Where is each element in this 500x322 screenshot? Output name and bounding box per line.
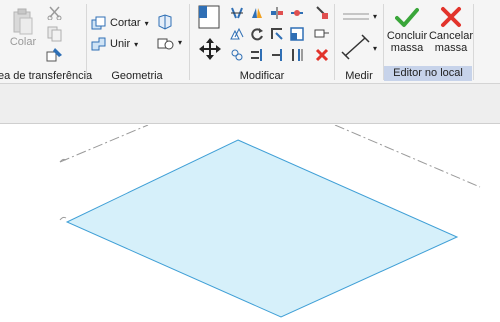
options-bar bbox=[0, 84, 500, 124]
dimension-icon[interactable] bbox=[341, 34, 371, 60]
delete-icon[interactable] bbox=[315, 48, 329, 62]
cancel-mass-label-line1: Cancelar bbox=[428, 30, 474, 42]
measure-panel: ▾ ▾ Medir bbox=[335, 0, 383, 84]
join-geometry-label: Unir bbox=[110, 38, 131, 50]
join-geometry-button[interactable]: Unir ▾ bbox=[91, 36, 138, 52]
trim-extend-icon[interactable] bbox=[270, 48, 284, 62]
scale-icon[interactable] bbox=[290, 27, 304, 41]
move-icon[interactable] bbox=[198, 37, 222, 61]
align-icon[interactable] bbox=[230, 6, 244, 20]
rotate-icon[interactable] bbox=[250, 27, 264, 41]
measure-panel-title: Medir bbox=[345, 70, 373, 82]
unpin-icon[interactable] bbox=[314, 5, 330, 21]
paste-label: Colar bbox=[9, 36, 37, 48]
finish-mass-button[interactable]: Concluir massa bbox=[386, 6, 428, 54]
trim-icon[interactable] bbox=[270, 27, 284, 41]
drawing-canvas[interactable] bbox=[0, 124, 500, 322]
clipboard-panel: Colar ea de transferência bbox=[0, 0, 93, 84]
cancel-mass-label-line2: massa bbox=[434, 42, 468, 54]
modify-panel-title: Modificar bbox=[239, 70, 285, 82]
pin-icon[interactable] bbox=[314, 27, 330, 41]
in-place-editor-panel-title: Editor no local bbox=[384, 66, 472, 81]
finish-mass-label-line1: Concluir bbox=[386, 30, 428, 42]
match-properties-icon[interactable] bbox=[46, 46, 64, 62]
clipboard-panel-title: ea de transferência bbox=[0, 70, 93, 82]
cut-geometry-label: Cortar bbox=[110, 17, 141, 29]
chevron-down-icon[interactable]: ▾ bbox=[373, 44, 377, 53]
geometry-panel: Cortar ▾ Unir ▾ ▾ Geometria bbox=[87, 0, 187, 84]
geometry-panel-title: Geometria bbox=[111, 70, 163, 82]
join-geometry-icon bbox=[91, 37, 106, 51]
panel-separator bbox=[473, 4, 474, 80]
split-face-icon[interactable] bbox=[157, 36, 175, 52]
mass-view bbox=[59, 124, 481, 318]
measure-icon[interactable] bbox=[341, 10, 371, 22]
cut-scissors-icon[interactable] bbox=[47, 6, 63, 20]
reference-line-end bbox=[59, 216, 67, 221]
wall-joins-icon[interactable] bbox=[157, 14, 173, 30]
cancel-x-icon bbox=[441, 7, 461, 27]
modify-panel: Modificar bbox=[190, 0, 334, 84]
offset-icon[interactable] bbox=[290, 6, 304, 20]
array-icon[interactable] bbox=[230, 27, 244, 41]
cut-geometry-icon bbox=[91, 16, 106, 30]
cut-geometry-button[interactable]: Cortar ▾ bbox=[91, 15, 149, 31]
chevron-down-icon[interactable]: ▾ bbox=[134, 40, 138, 49]
copy-icon[interactable] bbox=[47, 26, 63, 42]
chevron-down-icon[interactable]: ▾ bbox=[373, 12, 377, 21]
split-element-icon[interactable] bbox=[270, 6, 284, 20]
chevron-down-icon[interactable]: ▾ bbox=[145, 19, 149, 28]
reference-line bbox=[334, 124, 481, 188]
cancel-mass-button[interactable]: Cancelar massa bbox=[428, 6, 474, 54]
mass-surface[interactable] bbox=[65, 139, 459, 318]
in-place-editor-panel: Concluir massa Cancelar massa Editor no … bbox=[384, 0, 474, 84]
mirror-icon[interactable] bbox=[250, 6, 264, 20]
paste-button[interactable]: Colar bbox=[8, 4, 38, 52]
ribbon: Colar ea de transferência Cortar ▾ Unir … bbox=[0, 0, 500, 84]
split-gap-icon[interactable] bbox=[290, 48, 304, 62]
copy-element-icon[interactable] bbox=[230, 48, 244, 62]
finish-mass-label-line2: massa bbox=[390, 42, 424, 54]
reference-line bbox=[59, 124, 149, 163]
chevron-down-icon[interactable]: ▾ bbox=[178, 38, 182, 47]
paste-icon bbox=[13, 8, 33, 35]
modify-select-icon[interactable] bbox=[196, 5, 222, 31]
finish-check-icon bbox=[395, 8, 419, 27]
extend-icon[interactable] bbox=[250, 48, 264, 62]
